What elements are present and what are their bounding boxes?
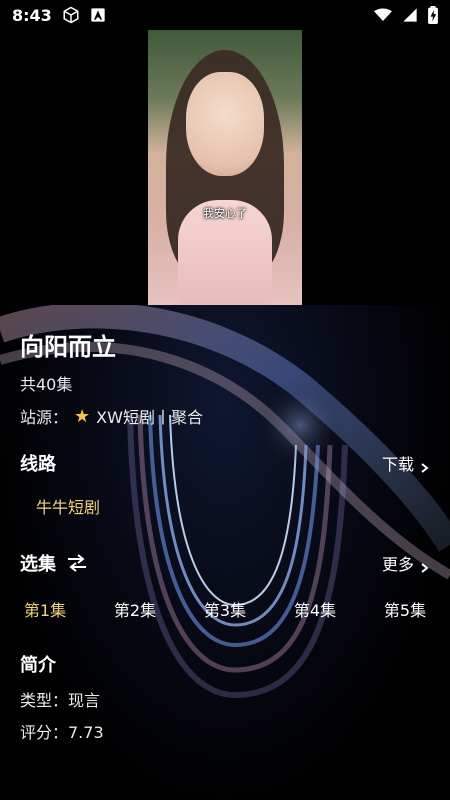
source-label: 站源： — [20, 408, 69, 427]
episode-tab-5[interactable]: 第5集 — [360, 595, 450, 623]
episodes-section-title: 选集 — [20, 550, 88, 576]
cube-icon — [62, 6, 80, 24]
episodes-section-header: 选集 更多 — [20, 550, 430, 576]
video-face-shape — [186, 72, 264, 176]
status-time: 8:43 — [12, 5, 52, 25]
chevron-right-icon — [420, 458, 430, 473]
notification-a-icon — [90, 7, 106, 23]
route-section-title: 线路 — [20, 454, 56, 475]
rating-meta: 评分：7.73 — [20, 723, 104, 742]
status-bar: 8:43 — [0, 0, 450, 30]
show-title: 向阳而立 — [20, 333, 116, 361]
source-line: 站源： ★ XW短剧丨聚合 — [20, 404, 203, 428]
video-subtitle: 我安心了 — [203, 207, 247, 220]
episode-tab-2[interactable]: 第2集 — [90, 595, 180, 623]
episode-tab-4[interactable]: 第4集 — [270, 595, 360, 623]
source-value[interactable]: XW短剧丨聚合 — [96, 404, 203, 428]
episode-tab-1[interactable]: 第1集 — [0, 595, 90, 623]
star-icon: ★ — [74, 405, 91, 427]
download-button[interactable]: 下载 — [382, 451, 430, 475]
status-right — [374, 6, 438, 24]
video-player[interactable]: 我安心了 — [148, 30, 302, 305]
brief-section-title: 简介 — [20, 655, 56, 676]
swap-order-icon[interactable] — [66, 554, 88, 572]
signal-icon — [402, 7, 418, 23]
more-episodes-button[interactable]: 更多 — [382, 551, 430, 575]
content: 向阳而立 共40集 站源： ★ XW短剧丨聚合 线路 下载 牛牛短剧 选集 更多… — [0, 305, 450, 800]
route-section-header: 线路 下载 — [20, 450, 430, 476]
status-left: 8:43 — [12, 6, 106, 25]
type-meta: 类型：现言 — [20, 691, 101, 710]
chevron-right-icon — [420, 558, 430, 573]
battery-charging-icon — [428, 6, 438, 24]
wifi-icon — [374, 8, 392, 22]
episode-tab-3[interactable]: 第3集 — [180, 595, 270, 623]
episodes-title-text: 选集 — [20, 554, 56, 575]
route-option[interactable]: 牛牛短剧 — [36, 494, 100, 518]
more-label: 更多 — [381, 555, 414, 574]
download-label: 下载 — [381, 455, 414, 474]
episode-tabs: 第1集 第2集 第3集 第4集 第5集 — [0, 595, 450, 623]
episodes-count: 共40集 — [20, 375, 73, 394]
